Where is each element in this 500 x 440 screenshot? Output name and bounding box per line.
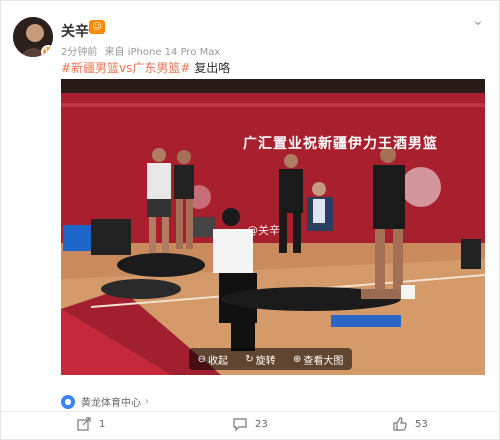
share-icon (77, 417, 91, 431)
share-count: 1 (99, 418, 106, 430)
location-pin-icon: ● (61, 394, 75, 409)
comment-button[interactable]: 23 (233, 417, 268, 431)
topic-link[interactable]: #新疆男篮vs广东男篮# (61, 61, 190, 75)
banner-text: 广汇置业祝新疆伊力王酒男篮 (243, 136, 438, 152)
weibo-post-card: V 关辛 ☺ 2分钟前 来自 iPhone 14 Pro Max ⌄ #新疆男篮… (0, 0, 500, 440)
location-link[interactable]: ● 黄龙体育中心 › (61, 394, 149, 409)
collapse-button[interactable]: ⊖ 收起 (198, 352, 228, 367)
rotate-icon: ↻ (245, 353, 254, 365)
author-name[interactable]: 关辛 (61, 21, 89, 41)
view-large-label: 查看大图 (303, 355, 344, 367)
chevron-right-icon: › (145, 396, 149, 407)
rotate-button[interactable]: ↻ 旋转 (245, 352, 275, 367)
thumbs-up-icon (393, 417, 407, 431)
share-button[interactable]: 1 (77, 417, 105, 431)
location-name: 黄龙体育中心 (81, 398, 141, 409)
comment-count: 23 (255, 418, 268, 430)
post-photo[interactable]: 广汇置业祝新疆伊力王酒男篮 @关辛 ⊖ 收起 ↻ 旋转 ⊕ 查看大图 (61, 79, 485, 375)
post-time[interactable]: 2分钟前 (61, 47, 97, 58)
view-large-button[interactable]: ⊕ 查看大图 (293, 352, 343, 367)
verified-badge-icon: V (41, 45, 53, 57)
post-body-text: 复出咯 (190, 61, 231, 75)
post-content: #新疆男篮vs广东男篮# 复出咯 (61, 59, 230, 76)
photo-watermark: @关辛 (247, 224, 280, 237)
comment-icon (233, 418, 247, 431)
image-toolbar: ⊖ 收起 ↻ 旋转 ⊕ 查看大图 (189, 348, 352, 370)
like-button[interactable]: 53 (393, 417, 428, 431)
chevron-down-icon[interactable]: ⌄ (469, 13, 487, 31)
action-bar: 1 23 53 (1, 415, 500, 437)
post-meta: 2分钟前 来自 iPhone 14 Pro Max (61, 43, 224, 58)
rotate-label: 旋转 (255, 355, 276, 367)
avatar[interactable]: V (13, 17, 53, 57)
like-count: 53 (415, 418, 428, 430)
collapse-label: 收起 (208, 355, 229, 367)
post-source: 来自 iPhone 14 Pro Max (104, 47, 221, 58)
collapse-icon: ⊖ (197, 353, 207, 365)
divider (1, 411, 500, 412)
member-level-icon[interactable]: ☺ (89, 20, 105, 34)
zoom-icon: ⊕ (292, 353, 302, 365)
